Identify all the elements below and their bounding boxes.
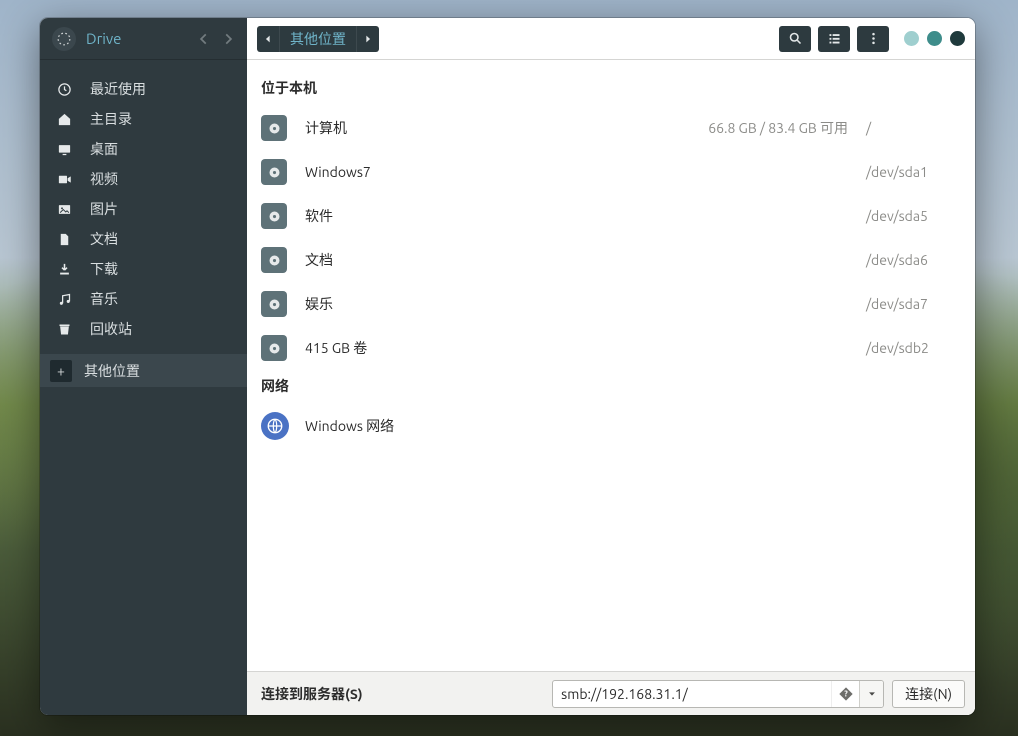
connect-button[interactable]: 连接(N) (892, 680, 965, 708)
sidebar-item-pictures[interactable]: 图片 (40, 194, 247, 224)
drive-row[interactable]: 娱乐/dev/sda7 (247, 282, 975, 326)
document-icon (56, 231, 72, 247)
sidebar-item-label: 其他位置 (84, 361, 140, 381)
sidebar-header: Drive (40, 18, 247, 60)
address-group: ? (552, 680, 884, 708)
drive-row[interactable]: 415 GB 卷/dev/sdb2 (247, 326, 975, 370)
server-address-input[interactable] (553, 681, 831, 707)
path-prev-button[interactable] (257, 26, 279, 52)
sidebar-item-label: 视频 (90, 169, 118, 189)
sidebar-item-recent[interactable]: 最近使用 (40, 74, 247, 104)
content-area: 位于本机 计算机66.8 GB / 83.4 GB 可用/Windows7/de… (247, 60, 975, 671)
drive-path: / (866, 120, 961, 136)
network-list: Windows 网络 (247, 404, 975, 448)
sidebar-places-list: 最近使用 主目录 桌面 视频 (40, 60, 247, 387)
address-hint-button[interactable]: ? (831, 681, 859, 707)
sidebar-item-label: 下载 (90, 259, 118, 279)
drive-path: /dev/sdb2 (866, 340, 961, 356)
plus-icon: + (50, 360, 72, 382)
clock-icon (56, 81, 72, 97)
main-pane: 其他位置 位于本机 计算机66.8 GB / 8 (247, 18, 975, 715)
desktop-icon (56, 141, 72, 157)
video-icon (56, 171, 72, 187)
drive-path: /dev/sda1 (866, 164, 961, 180)
toolbar: 其他位置 (247, 18, 975, 60)
drives-list: 计算机66.8 GB / 83.4 GB 可用/Windows7/dev/sda… (247, 106, 975, 370)
window-controls (904, 31, 965, 46)
image-icon (56, 201, 72, 217)
drive-name: 娱乐 (305, 294, 635, 314)
drive-icon (261, 247, 287, 273)
drive-name: 计算机 (305, 118, 635, 138)
sidebar-item-label: 文档 (90, 229, 118, 249)
section-header-local: 位于本机 (247, 74, 975, 106)
sidebar-item-label: 桌面 (90, 139, 118, 159)
path-next-button[interactable] (357, 26, 379, 52)
drive-row[interactable]: 文档/dev/sda6 (247, 238, 975, 282)
drive-icon (261, 159, 287, 185)
window-title: Drive (86, 30, 191, 47)
nav-forward-button[interactable] (217, 28, 239, 50)
svg-text:?: ? (844, 689, 848, 698)
sidebar-item-trash[interactable]: 回收站 (40, 314, 247, 344)
download-icon (56, 261, 72, 277)
drive-name: 软件 (305, 206, 635, 226)
drive-icon (261, 115, 287, 141)
file-manager-window: Drive 最近使用 主目录 (40, 18, 975, 715)
sidebar-item-label: 回收站 (90, 319, 132, 339)
drive-path: /dev/sda6 (866, 252, 961, 268)
sidebar: Drive 最近使用 主目录 (40, 18, 247, 715)
sidebar-item-home[interactable]: 主目录 (40, 104, 247, 134)
sidebar-item-label: 主目录 (90, 109, 132, 129)
sidebar-item-documents[interactable]: 文档 (40, 224, 247, 254)
view-list-button[interactable] (818, 26, 850, 52)
drive-row[interactable]: Windows7/dev/sda1 (247, 150, 975, 194)
path-segment[interactable]: 其他位置 (279, 26, 357, 52)
drive-path: /dev/sda7 (866, 296, 961, 312)
home-icon (56, 111, 72, 127)
drive-info: 66.8 GB / 83.4 GB 可用 (635, 118, 866, 138)
window-minimize-button[interactable] (904, 31, 919, 46)
sidebar-item-other-locations[interactable]: + 其他位置 (40, 354, 247, 387)
network-row[interactable]: Windows 网络 (247, 404, 975, 448)
sidebar-item-label: 音乐 (90, 289, 118, 309)
drive-row[interactable]: 计算机66.8 GB / 83.4 GB 可用/ (247, 106, 975, 150)
connect-label: 连接到服务器(S) (257, 684, 363, 704)
drive-name: 文档 (305, 250, 635, 270)
drive-icon (261, 203, 287, 229)
drive-name: Windows7 (305, 164, 635, 180)
menu-button[interactable] (857, 26, 889, 52)
sidebar-item-label: 图片 (90, 199, 118, 219)
section-header-network: 网络 (247, 370, 975, 404)
ubuntu-logo-icon (52, 27, 76, 51)
pathbar: 其他位置 (257, 26, 379, 52)
drive-icon (261, 335, 287, 361)
search-button[interactable] (779, 26, 811, 52)
window-close-button[interactable] (950, 31, 965, 46)
trash-icon (56, 321, 72, 337)
connect-bar: 连接到服务器(S) ? 连接(N) (247, 671, 975, 715)
network-name: Windows 网络 (305, 416, 635, 436)
sidebar-item-videos[interactable]: 视频 (40, 164, 247, 194)
sidebar-item-label: 最近使用 (90, 79, 146, 99)
nav-back-button[interactable] (193, 28, 215, 50)
sidebar-item-music[interactable]: 音乐 (40, 284, 247, 314)
drive-icon (261, 291, 287, 317)
music-icon (56, 291, 72, 307)
network-globe-icon (261, 412, 289, 440)
drive-name: 415 GB 卷 (305, 338, 635, 358)
sidebar-item-desktop[interactable]: 桌面 (40, 134, 247, 164)
sidebar-item-downloads[interactable]: 下载 (40, 254, 247, 284)
window-maximize-button[interactable] (927, 31, 942, 46)
drive-row[interactable]: 软件/dev/sda5 (247, 194, 975, 238)
address-history-dropdown[interactable] (859, 681, 883, 707)
drive-path: /dev/sda5 (866, 208, 961, 224)
